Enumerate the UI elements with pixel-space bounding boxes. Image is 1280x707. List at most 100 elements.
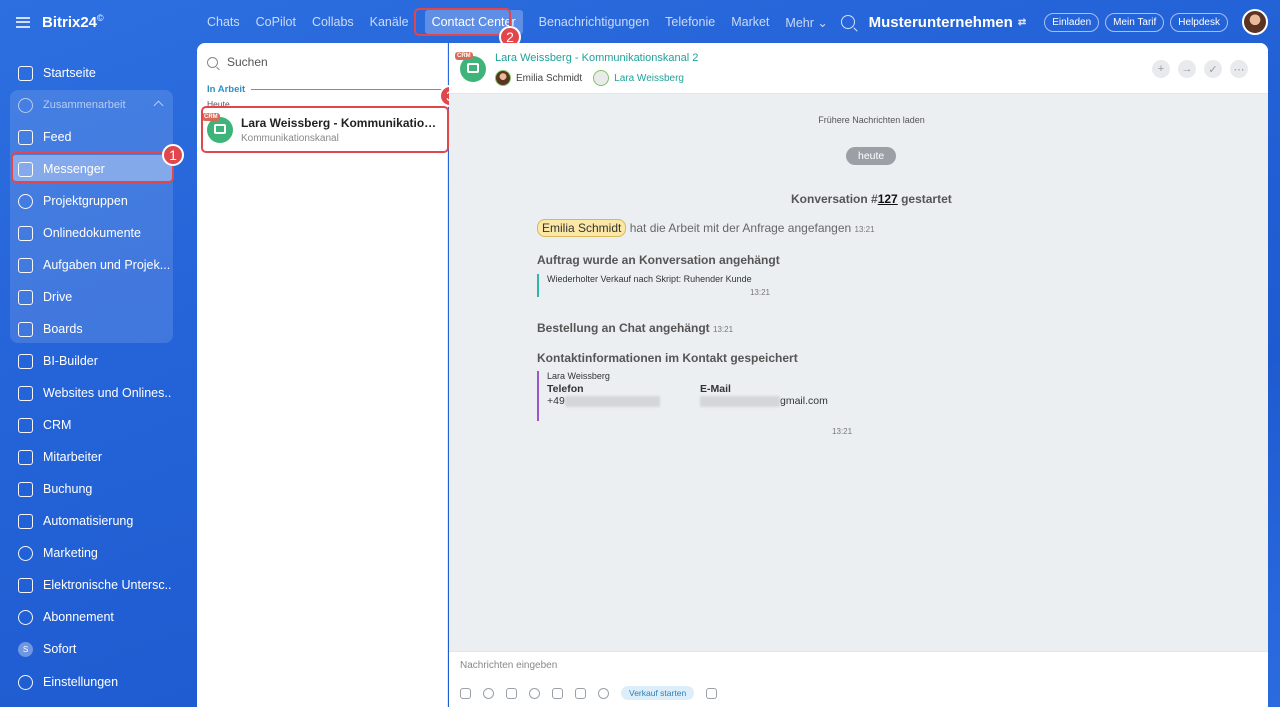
attach-icon[interactable] (460, 687, 471, 699)
signature-icon (18, 577, 33, 593)
collab-icon (18, 97, 33, 113)
tab-chats[interactable]: Chats (207, 11, 240, 33)
switch-icon: ⇄ (1017, 16, 1027, 28)
order-title: Auftrag wurde an Konversation angehängt (537, 253, 780, 267)
date-separator: heute (846, 147, 897, 165)
tab-market[interactable]: Market (731, 11, 769, 33)
sidebar-item-marketing[interactable]: Marketing (12, 539, 172, 567)
header-right: Musterunternehmen ⇄ Einladen Mein Tarif H… (840, 8, 1268, 36)
sidebar-item-sofort[interactable]: S Sofort (12, 635, 172, 663)
sidebar: Bitrix24© Startseite Zusammenarbeit Feed… (0, 0, 184, 707)
add-icon[interactable]: + (1152, 60, 1170, 78)
brand-name[interactable]: Bitrix24© (42, 13, 104, 31)
board-icon (18, 321, 33, 337)
tab-mehr[interactable]: Mehr ⌄ (785, 11, 827, 34)
recent-list-panel: Suchen In Arbeit Heute CRM Lara Weissber… (197, 43, 461, 707)
calendar-icon (18, 481, 33, 497)
tab-telefonie[interactable]: Telefonie (665, 11, 715, 33)
filter-icon (18, 417, 33, 433)
brand: Bitrix24© (16, 12, 104, 32)
contact-time: 13:21 (832, 427, 853, 436)
list-search[interactable]: Suchen (207, 55, 268, 69)
operator-message: Emilia Schmidt hat die Arbeit mit der An… (537, 219, 875, 237)
sidebar-item-automatisierung[interactable]: Automatisierung (12, 507, 172, 535)
sidebar-item-projektgruppen[interactable]: Projektgruppen (12, 187, 172, 215)
tab-collabs[interactable]: Collabs (312, 11, 354, 33)
target-icon (18, 545, 33, 561)
member-name[interactable]: Lara Weissberg (614, 73, 684, 84)
sidebar-item-websites[interactable]: Websites und Onlines... (12, 379, 172, 407)
user-avatar[interactable] (1242, 9, 1268, 35)
contact-title: Kontaktinformationen im Kontakt gespeich… (537, 351, 798, 365)
template-icon[interactable] (552, 687, 563, 699)
sidebar-item-elektronische-unterschrift[interactable]: Elektronische Untersc... (12, 571, 172, 599)
helpdesk-button[interactable]: Helpdesk (1170, 12, 1228, 32)
invite-button[interactable]: Einladen (1044, 12, 1100, 32)
message-area: Frühere Nachrichten laden heute Konversa… (449, 95, 1268, 651)
sidebar-item-aufgaben[interactable]: Aufgaben und Projek... (12, 251, 172, 279)
crm-badge: CRM (455, 52, 473, 60)
chat-panel: CRM Lara Weissberg - Kommunikationskanal… (449, 43, 1268, 707)
bar-chart-icon (18, 353, 33, 369)
conversation-started: Konversation #127 gestartet (791, 192, 952, 206)
operator-mention[interactable]: Emilia Schmidt (537, 219, 627, 237)
openline-icon (467, 63, 479, 73)
sidebar-item-feed[interactable]: Feed (12, 123, 172, 151)
search-icon (207, 56, 218, 68)
smile-icon[interactable] (529, 687, 540, 699)
sidebar-item-onlinedokumente[interactable]: Onlinedokumente (12, 219, 172, 247)
tab-benachrichtigungen[interactable]: Benachrichtigungen (539, 11, 650, 33)
section-in-arbeit: In Arbeit (207, 84, 443, 95)
payment-icon[interactable] (598, 687, 609, 699)
group-icon (18, 193, 33, 209)
sidebar-item-drive[interactable]: Drive (12, 283, 172, 311)
home-icon (18, 65, 33, 81)
search-input[interactable]: Suchen (227, 55, 268, 69)
sidebar-item-boards[interactable]: Boards (12, 315, 172, 343)
load-earlier-link[interactable]: Frühere Nachrichten laden (449, 115, 1268, 125)
feed-icon (18, 129, 33, 145)
plan-button[interactable]: Mein Tarif (1105, 12, 1165, 32)
tab-copilot[interactable]: CoPilot (256, 11, 296, 33)
chevron-down-icon: ⌄ (817, 15, 828, 30)
sidebar-item-abonnement[interactable]: Abonnement (12, 603, 172, 631)
chat-header: CRM Lara Weissberg - Kommunikationskanal… (449, 43, 1268, 94)
order-quote: Wiederholter Verkauf nach Skript: Ruhend… (537, 274, 770, 297)
sidebar-item-mitarbeiter[interactable]: Mitarbeiter (12, 443, 172, 471)
sidebar-group-header[interactable]: Zusammenarbeit (12, 91, 172, 119)
task-check-icon (18, 257, 33, 273)
chat-header-actions: + → ✓ ⋯ (1152, 60, 1248, 78)
person-icon[interactable] (483, 687, 494, 699)
sidebar-item-crm[interactable]: CRM (12, 411, 172, 439)
member-avatar[interactable] (495, 70, 511, 86)
hide-icon[interactable] (575, 687, 586, 699)
message-input[interactable]: Nachrichten eingeben (460, 660, 557, 671)
callout-1: 1 (162, 144, 184, 166)
forward-icon[interactable]: → (1178, 60, 1196, 78)
sidebar-item-einstellungen[interactable]: Einstellungen (12, 668, 172, 696)
chat-members: Emilia Schmidt Lara Weissberg (495, 70, 684, 86)
gear-icon (18, 674, 33, 690)
search-icon[interactable] (840, 15, 855, 29)
more-icon[interactable]: ⋯ (1230, 60, 1248, 78)
chat-icon[interactable] (706, 687, 718, 699)
chat-header-title[interactable]: Lara Weissberg - Kommunikationskanal 2 (495, 52, 698, 64)
order2-message: Bestellung an Chat angehängt 13:21 (537, 321, 734, 335)
input-toolbar: Verkauf starten (460, 686, 718, 700)
robot-icon (18, 513, 33, 529)
highlight-messenger (11, 152, 174, 183)
member-avatar[interactable] (593, 70, 610, 86)
chat-header-avatar: CRM (455, 52, 486, 82)
menu-icon[interactable] (16, 16, 30, 28)
start-sale-button[interactable]: Verkauf starten (621, 686, 695, 700)
tab-kanaele[interactable]: Kanäle (370, 11, 409, 33)
highlight-contact-center (414, 8, 511, 36)
form-icon[interactable] (506, 687, 517, 699)
company-name[interactable]: Musterunternehmen ⇄ (869, 14, 1027, 31)
sidebar-item-bi-builder[interactable]: BI-Builder (12, 347, 172, 375)
id-card-icon (18, 449, 33, 465)
finish-icon[interactable]: ✓ (1204, 60, 1222, 78)
sidebar-item-buchung[interactable]: Buchung (12, 475, 172, 503)
member-name[interactable]: Emilia Schmidt (516, 73, 582, 84)
sidebar-item-startseite[interactable]: Startseite (12, 59, 172, 87)
